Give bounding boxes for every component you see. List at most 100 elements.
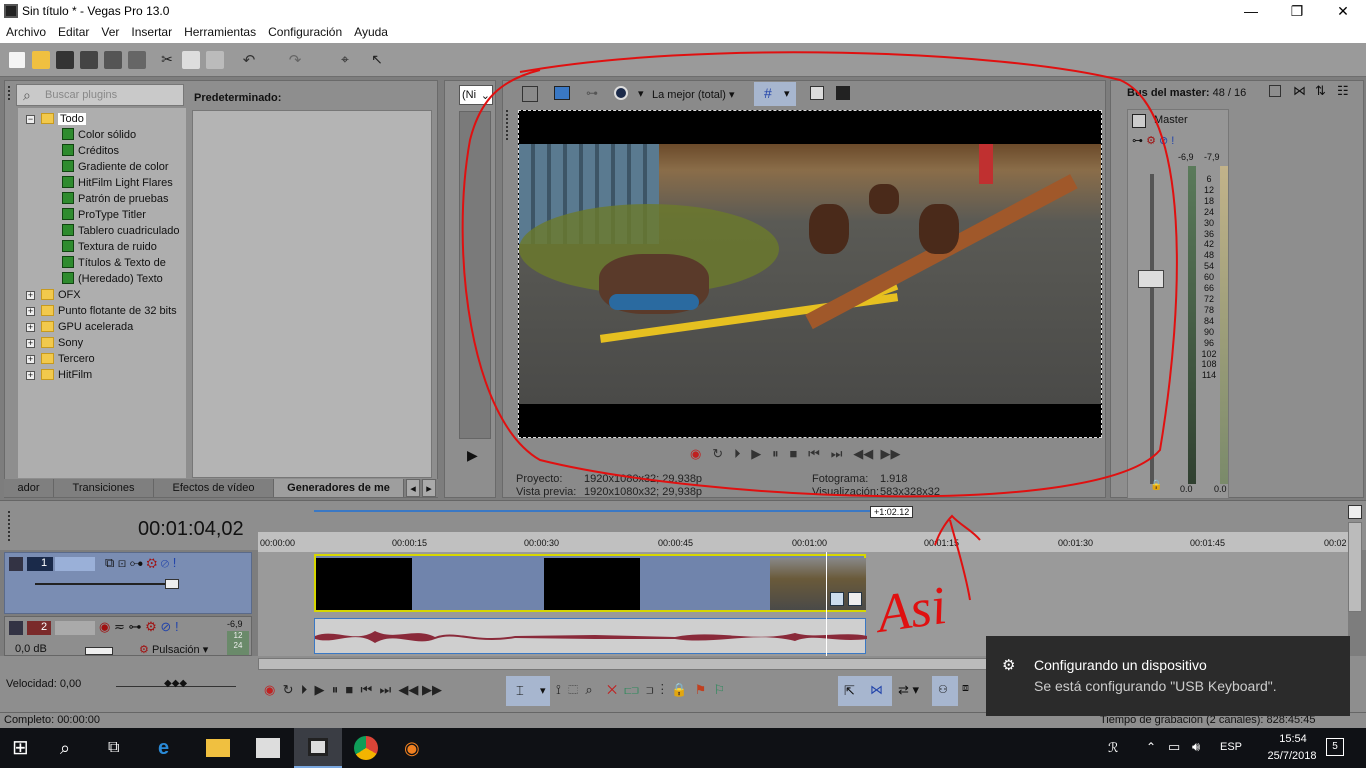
- trimmer-play-icon[interactable]: ▶: [467, 447, 478, 464]
- vertical-scrollbar[interactable]: [1348, 522, 1362, 612]
- tree-item-gradiente[interactable]: Gradiente de color: [62, 159, 169, 175]
- store-icon[interactable]: [256, 738, 280, 758]
- tree-folder-gpu[interactable]: + GPU acelerada: [26, 319, 133, 335]
- video-frame[interactable]: [518, 110, 1102, 438]
- track-mute-icon[interactable]: ⊘: [160, 619, 171, 634]
- copy-icon[interactable]: [182, 51, 200, 69]
- pause-icon[interactable]: ⏸: [332, 682, 339, 697]
- preview-fx-dropdown[interactable]: ▾: [638, 87, 644, 100]
- copy-snapshot-icon[interactable]: [810, 86, 824, 100]
- tree-item-protype[interactable]: ProType Titler: [62, 207, 146, 223]
- invert-phase-icon[interactable]: ≂: [114, 619, 125, 634]
- menu-configuracion[interactable]: Configuración: [262, 23, 348, 39]
- windows-start-icon[interactable]: ⊞: [12, 736, 36, 760]
- render-icon[interactable]: [104, 51, 122, 69]
- rate-slider-handle[interactable]: ◆◆◆: [164, 678, 187, 689]
- tree-item-hitfilm-flares[interactable]: HitFilm Light Flares: [62, 175, 173, 191]
- trimmer-dropdown[interactable]: (Ni ⌄: [459, 85, 493, 105]
- next-frame-icon[interactable]: ▶▶: [881, 446, 901, 461]
- ignore-grouping-icon[interactable]: ⧈: [962, 682, 969, 695]
- delete-icon[interactable]: ✕: [607, 682, 617, 697]
- new-icon[interactable]: [8, 51, 26, 69]
- mute-icon[interactable]: ⊘: [1159, 135, 1168, 147]
- volume-icon[interactable]: 🔊︎: [1192, 739, 1200, 755]
- preview-fx-icon[interactable]: [614, 86, 628, 100]
- chrome-icon[interactable]: [354, 736, 378, 760]
- menu-insertar[interactable]: Insertar: [125, 23, 178, 39]
- save-icon[interactable]: [56, 51, 74, 69]
- audio-track-header[interactable]: 2 ◉ ≂ ⊶ ⚙ ⊘ ! 0,0 dB ⚙ Pulsación ▾ -6,9 …: [4, 616, 252, 656]
- fx-gear-icon[interactable]: ⚙: [1146, 135, 1156, 147]
- notification-toast[interactable]: ⚙ Configurando un dispositivo Se está co…: [986, 636, 1350, 716]
- properties-icon[interactable]: [128, 51, 146, 69]
- loop-region-bar[interactable]: [314, 510, 870, 512]
- search-icon[interactable]: ⌕: [60, 736, 84, 760]
- snapping-buttons[interactable]: ⇱ ⋈: [838, 676, 892, 706]
- dim-output-icon[interactable]: ⇅: [1315, 83, 1326, 99]
- play-from-start-icon[interactable]: ⏵: [734, 446, 741, 461]
- video-event[interactable]: [314, 554, 866, 612]
- automation-icon[interactable]: ⊶: [130, 555, 143, 570]
- split-icon[interactable]: ⋮: [661, 682, 664, 697]
- marker-icon[interactable]: [1348, 505, 1362, 519]
- tab-scroll-left[interactable]: ◂: [406, 479, 420, 497]
- pan-icon[interactable]: ⊶: [1132, 135, 1143, 147]
- close-button[interactable]: ✕: [1320, 0, 1366, 23]
- preview-properties-icon[interactable]: [522, 86, 538, 102]
- composite-icon[interactable]: ⧉: [105, 555, 114, 570]
- tree-item-tablero[interactable]: Tablero cuadriculado: [62, 223, 180, 239]
- selection-tool-icon[interactable]: ⬚: [568, 682, 578, 697]
- tree-folder-32bit[interactable]: + Punto flotante de 32 bits: [26, 303, 177, 319]
- panel-grip[interactable]: [8, 86, 14, 100]
- show-hidden-icon[interactable]: ⌃: [1146, 740, 1156, 754]
- open-folder-icon[interactable]: [32, 51, 50, 69]
- overlays-button[interactable]: # ▾: [754, 82, 796, 106]
- menu-ayuda[interactable]: Ayuda: [348, 23, 394, 39]
- master-fader-handle[interactable]: [1138, 270, 1164, 288]
- video-track-header[interactable]: 1 ⧉ ⊡ ⊶ ⚙ ⊘ !: [4, 552, 252, 614]
- opacity-handle[interactable]: [165, 579, 179, 589]
- panel-grip[interactable]: [506, 110, 512, 140]
- track-expand-icon[interactable]: [9, 621, 23, 635]
- tree-item-color-solido[interactable]: Color sólido: [62, 127, 136, 143]
- action-center-icon[interactable]: 5: [1326, 738, 1344, 756]
- language-indicator[interactable]: ESP: [1220, 741, 1242, 753]
- play-from-start-icon[interactable]: ⏵: [301, 682, 308, 697]
- record-icon[interactable]: ◉: [264, 682, 275, 697]
- tree-item-patron[interactable]: Patrón de pruebas: [62, 191, 169, 207]
- prev-frame-icon[interactable]: ◀◀: [853, 446, 873, 461]
- track-fx-icon[interactable]: ⚙: [145, 619, 157, 634]
- ripple-mode-icon[interactable]: ⇄ ▾: [898, 682, 919, 698]
- tree-folder-hitfilm[interactable]: + HitFilm: [26, 367, 92, 383]
- event-fx-icon[interactable]: [848, 592, 862, 606]
- edit-tool-button[interactable]: ⌶ ▾: [506, 676, 550, 706]
- go-end-icon[interactable]: ⏭: [831, 446, 843, 461]
- tree-folder-tercero[interactable]: + Tercero: [26, 351, 95, 367]
- tree-item-textura[interactable]: Textura de ruido: [62, 239, 157, 255]
- menu-ver[interactable]: Ver: [95, 23, 125, 39]
- panel-grip[interactable]: [8, 511, 12, 541]
- mixer-icon[interactable]: ☷: [1337, 83, 1349, 99]
- maximize-button[interactable]: ❐: [1274, 0, 1320, 23]
- plugin-search-input[interactable]: ⌕ Buscar plugins: [16, 84, 184, 106]
- region-insert-icon[interactable]: ⚐: [713, 682, 725, 697]
- play-icon[interactable]: ▶: [751, 446, 761, 461]
- enable-snapping-icon[interactable]: ⌖: [336, 51, 354, 69]
- task-view-icon[interactable]: ⧉: [108, 736, 132, 760]
- whats-this-icon[interactable]: ↖: [368, 51, 386, 69]
- trim-icon[interactable]: ⊏⊐: [624, 682, 639, 697]
- preset-list[interactable]: [192, 110, 432, 478]
- people-icon[interactable]: ℛ: [1108, 740, 1118, 756]
- lock-icon[interactable]: 🔒: [1150, 480, 1162, 491]
- track-pan-mode[interactable]: ⚙ Pulsación ▾: [139, 643, 208, 656]
- save-as-icon[interactable]: [80, 51, 98, 69]
- menu-archivo[interactable]: Archivo: [0, 23, 52, 39]
- preview-quality-dropdown[interactable]: La mejor (total) ▾: [652, 88, 735, 101]
- trimmer-viewer[interactable]: [459, 111, 491, 439]
- tree-folder-sony[interactable]: + Sony: [26, 335, 83, 351]
- taskbar-vegas[interactable]: [294, 728, 342, 768]
- master-properties-icon[interactable]: [1269, 85, 1281, 97]
- menu-herramientas[interactable]: Herramientas: [178, 23, 262, 39]
- track-name-field[interactable]: [55, 621, 95, 635]
- opacity-slider[interactable]: [35, 583, 175, 585]
